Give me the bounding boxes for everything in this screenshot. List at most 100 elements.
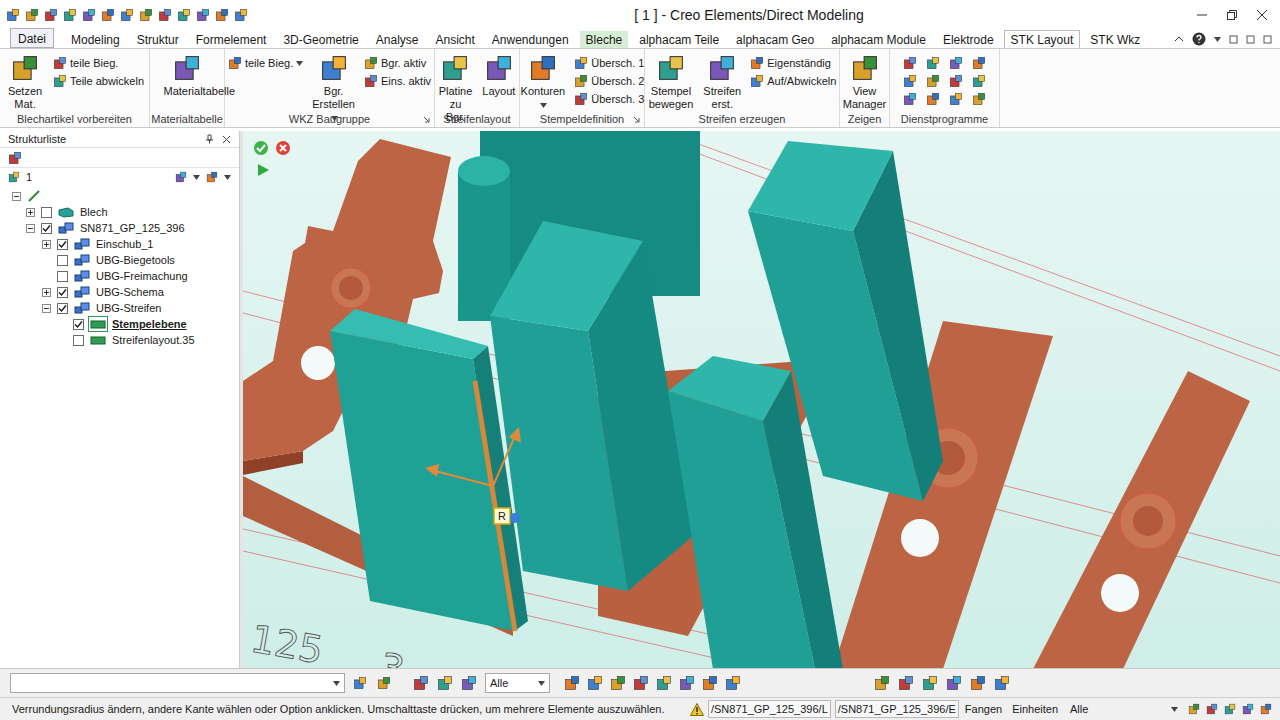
tree-item[interactable]: Stempelebene — [0, 316, 239, 332]
dialog-launcher-icon[interactable] — [423, 116, 430, 123]
funnel-icon[interactable] — [206, 171, 218, 183]
accept-button[interactable] — [253, 140, 269, 156]
status-tool-icon[interactable] — [1242, 703, 1254, 715]
utility-icon[interactable] — [949, 92, 963, 106]
ribbon-tab[interactable]: 3D-Geometrie — [276, 30, 365, 48]
view-tool-icon[interactable] — [610, 675, 626, 691]
redo-icon[interactable] — [215, 8, 229, 22]
utility-icon[interactable] — [926, 74, 940, 88]
copper-strip-right-b[interactable] — [1033, 371, 1250, 668]
visibility-checkbox[interactable] — [57, 239, 68, 250]
dropdown-icon[interactable] — [193, 175, 200, 180]
context-path[interactable]: /SN871_GP_125_396/L — [708, 700, 831, 719]
small-button[interactable]: Auf/Abwickeln — [750, 72, 836, 90]
status-tool-icon[interactable] — [1260, 703, 1272, 715]
cancel-command-icon[interactable] — [377, 676, 391, 690]
status-tool-icon[interactable] — [1224, 703, 1236, 715]
ribbon-close-icon[interactable] — [1263, 35, 1272, 44]
visibility-checkbox[interactable] — [57, 271, 68, 282]
dropdown-icon[interactable] — [333, 681, 340, 686]
visibility-checkbox[interactable] — [57, 255, 68, 266]
visibility-checkbox[interactable] — [57, 303, 68, 314]
status-tool-icon[interactable] — [1188, 703, 1200, 715]
view-tool-icon[interactable] — [725, 675, 741, 691]
warning-indicator[interactable] — [690, 703, 704, 716]
ribbon-restore-icon[interactable] — [1246, 35, 1255, 44]
expander-icon[interactable] — [26, 208, 35, 217]
utility-icon[interactable] — [903, 92, 917, 106]
ribbon-minimize-icon[interactable] — [1229, 35, 1238, 44]
ribbon-tab[interactable]: Ansicht — [428, 30, 481, 48]
ribbon-tab[interactable]: Struktur — [130, 30, 186, 48]
tree-item[interactable]: Blech — [0, 204, 239, 220]
preview-icon[interactable] — [139, 8, 153, 22]
snap-toggle[interactable]: Fangen — [965, 701, 1002, 718]
viewport[interactable]: 1253R — [243, 131, 1280, 668]
snap-tool-icon[interactable] — [874, 675, 890, 691]
paste-icon[interactable] — [177, 8, 191, 22]
view-tool-icon[interactable] — [633, 675, 649, 691]
small-button[interactable]: Bgr. aktiv — [364, 54, 431, 72]
visibility-checkbox[interactable] — [73, 319, 84, 330]
visibility-checkbox[interactable] — [73, 335, 84, 346]
small-button[interactable]: Eins. aktiv — [364, 72, 431, 90]
utility-icon[interactable] — [972, 92, 986, 106]
copy-icon[interactable] — [158, 8, 172, 22]
utility-icon[interactable] — [926, 56, 940, 70]
large-button[interactable]: Setzen Mat. — [5, 54, 45, 111]
ribbon-tab[interactable]: Modeling — [64, 30, 127, 48]
dropdown-icon[interactable] — [538, 681, 545, 686]
utility-icon[interactable] — [903, 56, 917, 70]
view-tool-icon[interactable] — [656, 675, 672, 691]
small-button[interactable]: Übersch. 3 — [574, 90, 644, 108]
model-view[interactable]: 1253R — [243, 131, 1280, 668]
binoculars-icon[interactable] — [175, 171, 187, 183]
ribbon-tab[interactable]: Bleche — [579, 30, 630, 48]
edge-handle[interactable] — [425, 381, 521, 631]
visibility-checkbox[interactable] — [41, 223, 52, 234]
view-tool-icon[interactable] — [587, 675, 603, 691]
snap-tool-icon[interactable] — [994, 675, 1010, 691]
view-tool-icon[interactable] — [564, 675, 580, 691]
filter-tree-icon[interactable] — [8, 151, 22, 165]
visibility-checkbox[interactable] — [57, 287, 68, 298]
expander-icon[interactable] — [42, 240, 51, 249]
print-icon[interactable] — [120, 8, 134, 22]
pointer-icon[interactable] — [413, 675, 429, 691]
small-button[interactable]: teile Bieg. — [228, 54, 303, 72]
expander-icon[interactable] — [12, 192, 21, 201]
open-icon[interactable] — [44, 8, 58, 22]
save-icon[interactable] — [82, 8, 96, 22]
continue-button[interactable] — [256, 163, 270, 177]
small-button[interactable]: Eigenständig — [750, 54, 836, 72]
snap-tool-icon[interactable] — [970, 675, 986, 691]
small-button[interactable]: Übersch. 2 — [574, 72, 644, 90]
help-menu-icon[interactable] — [1214, 37, 1221, 42]
new-icon[interactable] — [25, 8, 39, 22]
snap-tool-icon[interactable] — [946, 675, 962, 691]
small-button[interactable]: Übersch. 1 — [574, 54, 644, 72]
central-block[interactable] — [490, 221, 693, 591]
select-box-icon[interactable] — [437, 675, 453, 691]
ribbon-tab[interactable]: Anwendungen — [485, 30, 576, 48]
minimize-icon[interactable] — [1196, 9, 1208, 21]
small-button[interactable]: teile Bieg. — [53, 54, 144, 72]
dropdown-icon[interactable] — [296, 61, 303, 66]
tree-item[interactable]: UBG-Freimachung — [0, 268, 239, 284]
ribbon-tab[interactable]: STK Layout — [1004, 30, 1081, 48]
visibility-checkbox[interactable] — [41, 207, 52, 218]
snap-tool-icon[interactable] — [898, 675, 914, 691]
utility-icon[interactable] — [972, 56, 986, 70]
close-panel-icon[interactable] — [222, 135, 231, 144]
close-icon[interactable] — [1256, 9, 1268, 21]
dropdown-icon[interactable] — [224, 175, 231, 180]
tree-item[interactable]: SN871_GP_125_396 — [0, 220, 239, 236]
context-path[interactable]: /SN871_GP_125_396/E — [835, 700, 959, 719]
utility-icon[interactable] — [972, 74, 986, 88]
expander-icon[interactable] — [42, 288, 51, 297]
units-button[interactable]: Einheiten — [1012, 701, 1058, 718]
large-button[interactable]: Stempel bewegen — [648, 54, 695, 111]
save-all-icon[interactable] — [101, 8, 115, 22]
cancel-button[interactable] — [275, 140, 291, 156]
collapse-ribbon-icon[interactable] — [1174, 34, 1184, 44]
